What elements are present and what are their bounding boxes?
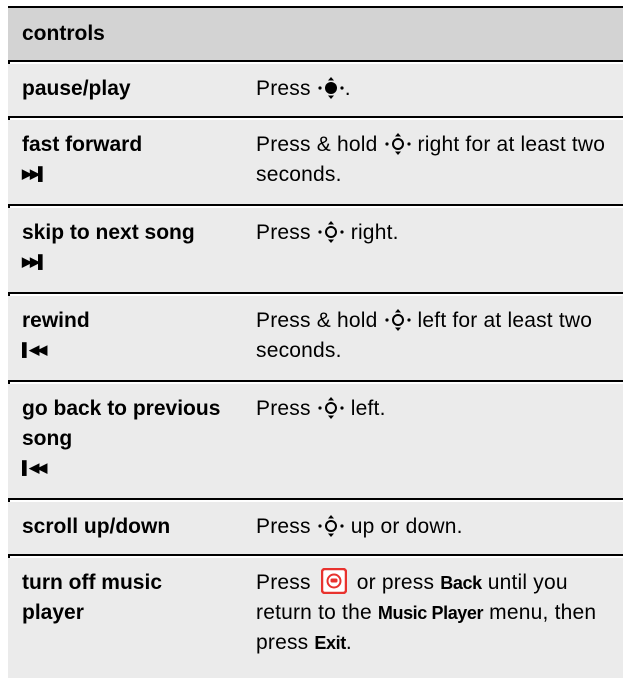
skip-next-icon: ▶▶▌: [22, 254, 47, 269]
feature-label: skip to next song: [22, 221, 195, 244]
skip-previous-icon: ▌◀◀: [22, 460, 47, 475]
row-divider: [8, 116, 623, 118]
nav-key-icon: [384, 133, 411, 155]
table-row: scroll up/down Press up or down.: [8, 502, 623, 554]
row-description: Press or press Back until you return to …: [256, 568, 616, 658]
nav-key-icon: [318, 221, 344, 243]
nav-key-icon: [384, 309, 411, 331]
row-divider: [8, 292, 623, 294]
feature-label: go back to previous song: [22, 397, 221, 450]
exit-key-label: Exit: [314, 633, 346, 653]
table-row: fast forward ▶▶▌ Press & hold right for …: [8, 120, 623, 204]
row-description: Press .: [256, 77, 351, 100]
nav-key-icon: [318, 397, 344, 419]
feature-label: rewind: [22, 309, 90, 332]
nav-key-center-icon: [318, 77, 344, 99]
row-divider: [8, 380, 623, 382]
row-divider: [8, 554, 623, 556]
back-key-label: Back: [440, 573, 482, 593]
row-divider: [8, 204, 623, 206]
fast-forward-icon: ▶▶▌: [22, 166, 47, 181]
row-description: Press & hold left for at least two secon…: [256, 309, 593, 362]
table-row: pause/play Press .: [8, 64, 623, 116]
table-row: turn off music player Press or press Bac…: [8, 558, 623, 678]
feature-label: pause/play: [22, 77, 131, 100]
row-description: Press right.: [256, 221, 399, 244]
table-row: rewind ▌◀◀ Press & hold left for at leas…: [8, 296, 623, 380]
table-row: skip to next song ▶▶▌ Press right.: [8, 208, 623, 292]
table-header: controls: [8, 8, 623, 60]
nav-key-icon: [318, 515, 344, 537]
row-description: Press up or down.: [256, 515, 463, 538]
feature-label: turn off music player: [22, 571, 162, 624]
table-header-label: controls: [22, 22, 105, 45]
feature-label: scroll up/down: [22, 515, 171, 538]
feature-label: fast forward: [22, 133, 143, 156]
table-row: go back to previous song ▌◀◀ Press left.: [8, 384, 623, 498]
row-divider: [8, 60, 623, 62]
row-description: Press left.: [256, 397, 386, 420]
music-player-menu-label: Music Player: [377, 603, 484, 623]
rewind-icon: ▌◀◀: [22, 342, 47, 357]
row-description: Press & hold right for at least two seco…: [256, 133, 606, 186]
row-divider: [8, 498, 623, 500]
power-end-key-icon: [320, 568, 347, 594]
